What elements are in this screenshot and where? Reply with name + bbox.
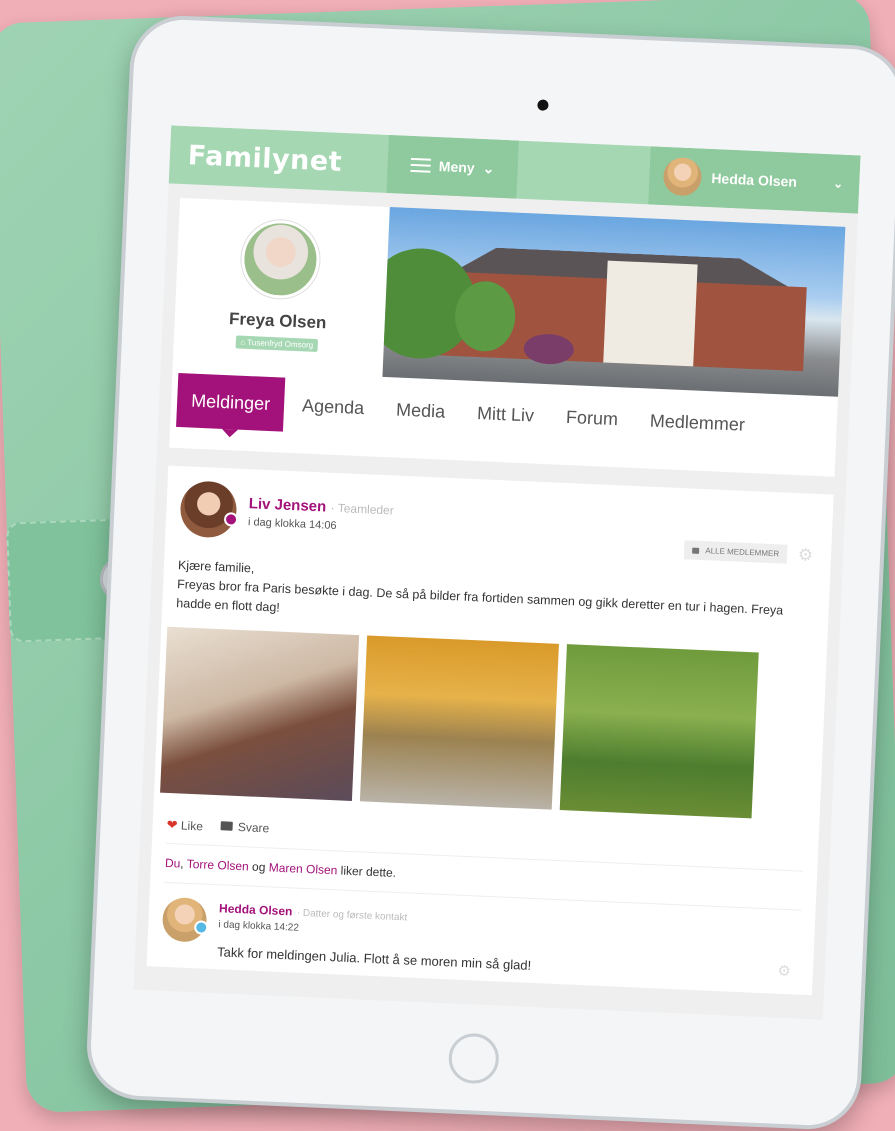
care-home-badge[interactable]: ⌂ Tusenfryd Omsorg [235,335,319,353]
liker-link[interactable]: Maren Olsen [268,860,337,877]
reply-author[interactable]: Hedda Olsen [219,901,293,918]
tab-meldinger[interactable]: Meldinger [176,372,286,432]
reply-text: Takk for meldingen Julia. Flott å se mor… [216,944,532,973]
user-name: Hedda Olsen [711,170,798,190]
badge-label: Tusenfryd Omsorg [247,337,314,350]
app-logo[interactable]: Familynet [169,125,389,192]
author-avatar[interactable] [179,480,239,539]
online-indicator [223,512,239,527]
comment-icon [220,821,234,831]
chevron-down-icon: ⌄ [482,159,495,177]
photo-gallery [160,626,813,821]
gear-icon[interactable]: ⚙ [797,545,813,566]
profile-avatar[interactable] [239,218,322,300]
camera [537,99,549,111]
photo-2[interactable] [359,635,559,810]
post-timestamp: i dag klokka 14:06 [247,515,337,532]
chevron-down-icon: ⌄ [832,176,844,191]
tab-mitt-liv[interactable]: Mitt Liv [462,385,549,443]
top-bar: Familynet Meny ⌄ Hedda Olsen ⌄ [168,125,861,214]
like-label: Like [180,818,204,834]
like-button[interactable]: ❤ Like [166,817,203,835]
app-screen: Familynet Meny ⌄ Hedda Olsen ⌄ Freya Ols… [133,125,861,1020]
tab-agenda[interactable]: Agenda [287,378,379,436]
reply-button[interactable]: Svare [220,819,270,837]
heart-icon: ❤ [166,816,178,833]
liker-link[interactable]: Torre Olsen [186,857,249,874]
menu-button[interactable]: Meny ⌄ [386,134,519,199]
post-author-role: Teamleder [337,500,395,517]
likes-suffix: liker dette. [337,863,397,880]
tablet-device: Familynet Meny ⌄ Hedda Olsen ⌄ Freya Ols… [84,13,895,1131]
cover-photo [382,207,846,397]
liker-link[interactable]: Du [165,856,181,871]
likes-separator: og [248,859,270,875]
online-indicator [193,920,209,935]
menu-label: Meny [438,158,476,176]
profile-name: Freya Olsen [228,309,327,333]
reply-avatar[interactable] [161,896,209,943]
reply-label: Svare [237,820,270,836]
user-menu-button[interactable]: Hedda Olsen ⌄ [648,146,861,214]
tab-forum[interactable]: Forum [551,389,633,446]
photo-1[interactable] [160,626,360,801]
reply-author-role: Datter og første kontakt [302,907,408,924]
post-body: Kjære familie, Freyas bror fra Paris bes… [176,556,816,641]
hamburger-icon [410,154,432,177]
profile-card: Freya Olsen ⌂ Tusenfryd Omsorg Meldinger… [169,197,846,477]
visibility-label: ALLE MEDLEMMER [705,546,780,559]
visibility-badge[interactable]: ALLE MEDLEMMER [683,540,788,564]
gear-icon[interactable]: ⚙ [777,962,791,981]
tab-medlemmer[interactable]: Medlemmer [635,393,760,452]
photo-3[interactable] [559,644,759,819]
tab-media[interactable]: Media [381,382,460,439]
user-avatar [662,156,703,197]
home-button[interactable] [447,1032,500,1085]
post-author[interactable]: Liv Jensen [248,495,326,515]
message-post: Liv Jensen · Teamleder i dag klokka 14:0… [146,465,834,996]
profile-info: Freya Olsen ⌂ Tusenfryd Omsorg [173,198,386,372]
lock-icon [692,547,700,554]
